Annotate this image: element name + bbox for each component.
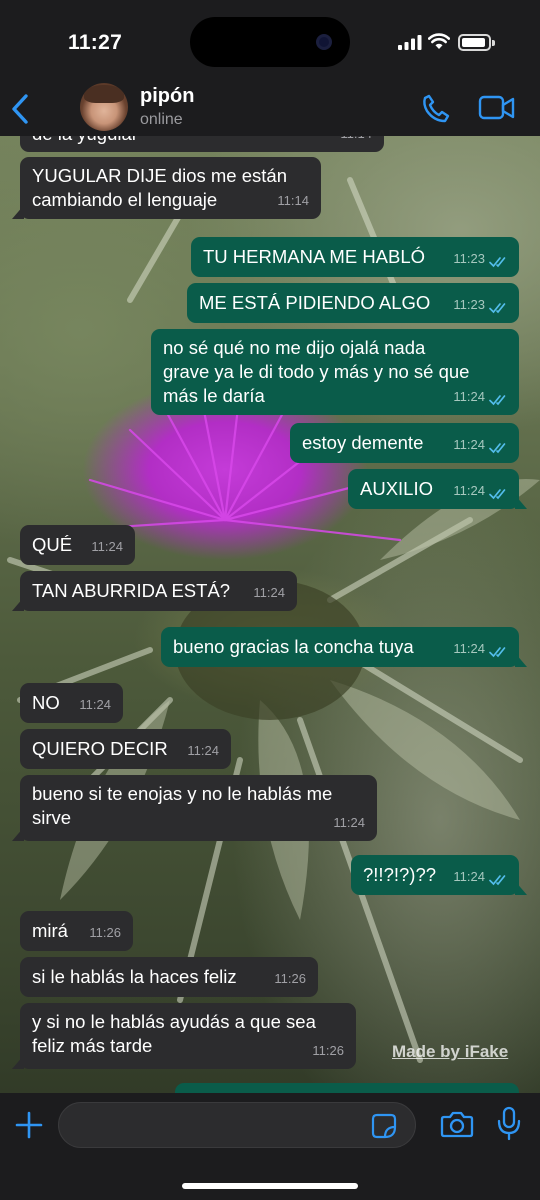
message-text: si le hablás la haces feliz	[32, 965, 306, 989]
contact-status: online	[140, 111, 183, 128]
microphone-icon[interactable]	[496, 1106, 522, 1142]
phone-call-icon[interactable]	[420, 92, 452, 124]
incoming-message[interactable]: y si no le hablás ayudás a que sea feliz …	[12, 1003, 356, 1069]
message-line: YUGULAR DIJE dios me están	[32, 165, 287, 186]
message-input[interactable]	[58, 1102, 416, 1148]
read-receipt-icon	[489, 303, 506, 314]
read-receipt-icon	[489, 443, 506, 454]
outgoing-message[interactable]: no sé qué no me dijo ojalá nada grave ya …	[151, 329, 519, 415]
front-camera-icon	[316, 34, 332, 50]
battery-icon	[458, 34, 495, 51]
incoming-message[interactable]: mirá 11:26	[20, 911, 133, 951]
cellular-signal-icon	[398, 35, 422, 50]
message-timestamp: 11:26	[274, 971, 306, 986]
incoming-message[interactable]: NO 11:24	[20, 683, 123, 723]
outgoing-message[interactable]: AUXILIO 11:24	[348, 469, 527, 509]
message-line: grave ya le di todo y más y no sé que	[163, 361, 470, 382]
message-line: sirve	[32, 807, 72, 828]
outgoing-message[interactable]: TU HERMANA ME HABLÓ 11:23	[191, 237, 519, 277]
message-timestamp: 11:14	[277, 193, 309, 208]
message-timestamp: 11:24	[79, 697, 111, 712]
message-line: de la yugular	[32, 136, 372, 146]
message-line: bueno si te enojas y no le hablás me	[32, 783, 333, 804]
home-indicator	[182, 1183, 358, 1189]
outgoing-message[interactable]: ME ESTÁ PIDIENDO ALGO 11:23	[187, 283, 519, 323]
contact-avatar[interactable]	[80, 83, 128, 131]
sticker-icon[interactable]	[371, 1113, 397, 1139]
back-chevron-icon[interactable]	[10, 92, 32, 126]
message-timestamp: 11:23	[453, 251, 485, 266]
message-timestamp: 11:24	[453, 437, 485, 452]
video-call-icon[interactable]	[478, 94, 516, 122]
composer-bar	[0, 1093, 540, 1200]
message-line: si le hablás la haces feliz	[32, 966, 237, 987]
incoming-message[interactable]: si le hablás la haces feliz 11:26	[20, 957, 318, 997]
message-line: TAN ABURRIDA ESTÁ?	[32, 580, 231, 601]
message-timestamp: 11:24	[453, 389, 485, 404]
message-timestamp: 11:24	[91, 539, 123, 554]
message-timestamp: 11:24	[453, 869, 485, 884]
message-timestamp: 11:24	[187, 743, 219, 758]
camera-icon[interactable]	[440, 1109, 474, 1139]
read-receipt-icon	[489, 395, 506, 406]
message-timestamp: 11:26	[312, 1043, 344, 1058]
read-receipt-icon	[489, 647, 506, 658]
message-text: bueno si te enojas y no le hablás me sirv…	[32, 782, 365, 830]
incoming-message[interactable]: TAN ABURRIDA ESTÁ? 11:24	[12, 571, 297, 611]
contact-name[interactable]: pipón	[140, 85, 194, 108]
outgoing-message[interactable]: estoy demente 11:24	[290, 423, 519, 463]
incoming-message[interactable]: bueno si te enojas y no le hablás me sirv…	[12, 775, 377, 841]
status-time: 11:27	[68, 31, 123, 54]
dynamic-island	[190, 17, 350, 67]
message-timestamp: 11:14	[340, 136, 372, 146]
message-list[interactable]: Made by iFake de la yugular11:14YUGULAR …	[0, 136, 540, 1093]
outgoing-message[interactable]: ?!!?!?)?? 11:24	[351, 855, 527, 895]
message-text: y si no le hablás ayudás a que sea feliz …	[32, 1010, 344, 1058]
message-timestamp: 11:24	[453, 483, 485, 498]
incoming-message[interactable]: QUIERO DECIR 11:24	[20, 729, 231, 769]
message-line: ?!!?!?)??	[363, 864, 437, 885]
battery-level	[462, 38, 485, 47]
plus-attach-icon[interactable]	[14, 1110, 44, 1140]
message-line: no sé qué no me dijo ojalá nada	[163, 337, 426, 358]
message-text: TAN ABURRIDA ESTÁ?	[32, 579, 285, 603]
message-line: feliz más tarde	[32, 1035, 153, 1056]
read-receipt-icon	[489, 257, 506, 268]
outgoing-message[interactable]: bueno gracias la concha tuya 11:24	[161, 627, 527, 667]
message-timestamp: 11:24	[453, 641, 485, 656]
chat-header: pipón online	[0, 83, 540, 136]
read-receipt-icon	[489, 875, 506, 886]
message-timestamp: 11:23	[453, 297, 485, 312]
message-line: cambiando el lenguaje	[32, 189, 218, 210]
message-timestamp: 11:26	[89, 925, 121, 940]
incoming-message[interactable]: QUÉ 11:24	[20, 525, 135, 565]
message-timestamp: 11:24	[333, 815, 365, 830]
read-receipt-icon	[489, 489, 506, 500]
message-text: YUGULAR DIJE dios me están cambiando el l…	[32, 164, 309, 212]
message-text: ?!!?!?)??	[363, 863, 507, 887]
incoming-message[interactable]: YUGULAR DIJE dios me están cambiando el l…	[12, 157, 321, 219]
incoming-message[interactable]: de la yugular11:14	[20, 136, 384, 152]
wifi-icon	[428, 33, 450, 49]
message-text: de la yugular	[32, 136, 372, 146]
outgoing-message[interactable]	[175, 1083, 519, 1093]
status-bar: 11:27	[0, 0, 540, 86]
message-line: y si no le hablás ayudás a que sea	[32, 1011, 316, 1032]
watermark-label: Made by iFake	[392, 1042, 509, 1061]
message-timestamp: 11:24	[253, 585, 285, 600]
